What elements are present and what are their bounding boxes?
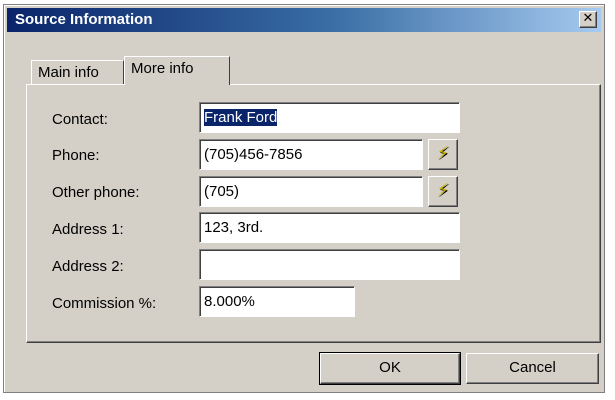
phone-value: (705)456-7856 xyxy=(204,146,303,163)
window-title: Source Information xyxy=(15,11,153,28)
address2-label: Address 2: xyxy=(52,258,124,275)
tab-main-info[interactable]: Main info xyxy=(31,60,124,84)
address1-field[interactable]: 123, 3rd. xyxy=(199,212,460,243)
tab-more-info-label: More info xyxy=(131,60,194,77)
other-phone-field[interactable]: (705) xyxy=(199,176,423,207)
title-bar[interactable]: Source Information ✕ xyxy=(7,8,601,32)
close-icon: ✕ xyxy=(582,11,594,26)
cancel-button-label: Cancel xyxy=(509,359,556,376)
address1-label: Address 1: xyxy=(52,221,124,238)
tab-main-info-label: Main info xyxy=(38,64,99,81)
commission-field[interactable]: 8.000% xyxy=(199,286,355,317)
tab-more-info[interactable]: More info xyxy=(124,56,230,87)
phone-label: Phone: xyxy=(52,147,100,164)
ok-button[interactable]: OK xyxy=(319,352,461,385)
phone-dial-button[interactable]: ⚡ xyxy=(428,139,458,170)
other-phone-label: Other phone: xyxy=(52,184,140,201)
ok-button-label: OK xyxy=(379,359,401,376)
commission-value: 8.000% xyxy=(204,293,255,310)
phone-field[interactable]: (705)456-7856 xyxy=(199,139,423,170)
cancel-button[interactable]: Cancel xyxy=(466,353,599,384)
lightning-icon: ⚡ xyxy=(436,180,450,201)
contact-label: Contact: xyxy=(52,111,108,128)
commission-label: Commission %: xyxy=(52,295,157,312)
address2-field[interactable] xyxy=(199,249,460,280)
lightning-icon: ⚡ xyxy=(436,143,450,164)
close-button[interactable]: ✕ xyxy=(579,11,597,28)
contact-value: Frank Ford xyxy=(204,109,278,126)
address1-value: 123, 3rd. xyxy=(204,219,264,236)
other-phone-dial-button[interactable]: ⚡ xyxy=(428,176,458,207)
other-phone-value: (705) xyxy=(204,183,240,200)
contact-field[interactable]: Frank Ford xyxy=(199,102,460,133)
